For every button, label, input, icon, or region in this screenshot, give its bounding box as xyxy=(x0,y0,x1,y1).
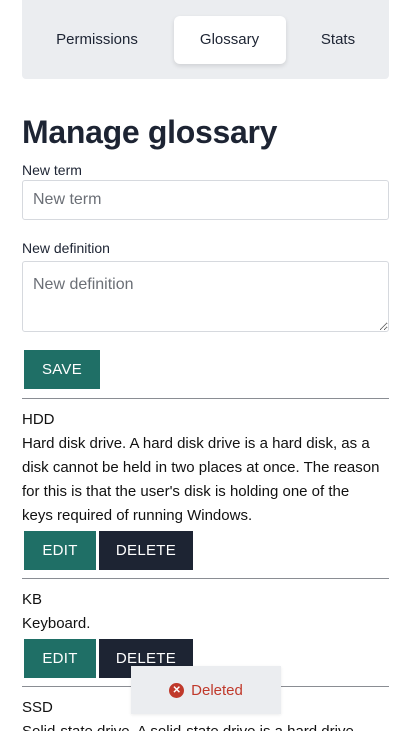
tab-bar: Permissions Glossary Stats xyxy=(22,0,389,79)
new-term-label: New term xyxy=(22,162,82,178)
edit-button[interactable]: EDIT xyxy=(24,639,96,678)
glossary-term: HDD xyxy=(22,411,55,428)
tab-glossary[interactable]: Glossary xyxy=(173,15,286,64)
new-term-input[interactable] xyxy=(22,180,389,220)
edit-button[interactable]: EDIT xyxy=(24,531,96,570)
tab-stats[interactable]: Stats xyxy=(298,16,378,64)
close-circle-icon: ✕ xyxy=(169,682,185,698)
tab-permissions[interactable]: Permissions xyxy=(33,16,161,64)
save-button[interactable]: SAVE xyxy=(24,350,100,389)
page-title: Manage glossary xyxy=(22,114,278,150)
delete-button[interactable]: DELETE xyxy=(99,531,193,570)
new-definition-textarea[interactable] xyxy=(22,261,389,332)
glossary-definition: Solid-state drive. A solid-state drive i… xyxy=(22,720,382,731)
divider xyxy=(22,398,389,399)
glossary-definition: Hard disk drive. A hard disk drive is a … xyxy=(22,435,380,524)
glossary-definition: Keyboard. xyxy=(22,615,91,632)
glossary-term: SSD xyxy=(22,699,53,716)
divider xyxy=(22,578,389,579)
toast-message: Deleted xyxy=(191,681,243,699)
new-definition-label: New definition xyxy=(22,240,110,256)
glossary-term: KB xyxy=(22,591,43,608)
toast-notification: ✕ Deleted xyxy=(131,666,281,714)
